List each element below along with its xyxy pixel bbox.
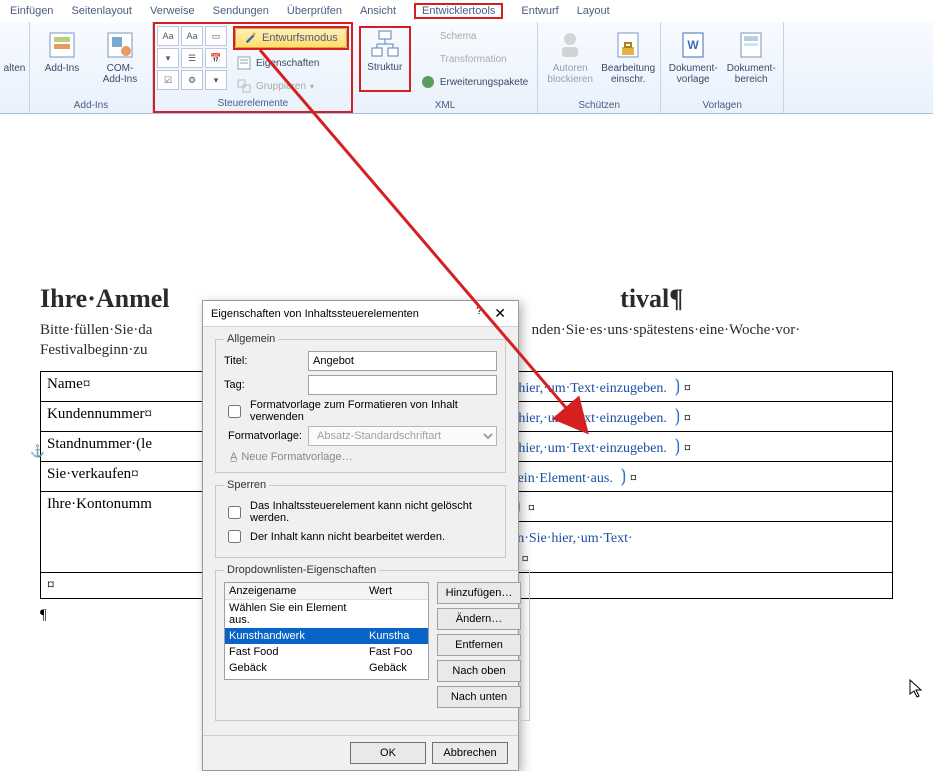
group-xml-label: XML [435, 100, 456, 111]
style-icon: A̲ [230, 451, 237, 463]
ctrl-dropdown-icon[interactable]: ☰ [181, 48, 203, 68]
tab-ueberpruefen[interactable]: Überprüfen [287, 5, 342, 17]
ctrl-date-icon[interactable]: 📅 [205, 48, 227, 68]
tab-sendungen[interactable]: Sendungen [213, 5, 269, 17]
btn-struktur[interactable]: Struktur [359, 26, 411, 92]
btn-nach-oben[interactable]: Nach oben [437, 660, 521, 682]
help-icon[interactable]: ? [476, 305, 482, 322]
ribbon: alten Add-Ins COM- Add-Ins Add-Ins Aa Aa… [0, 22, 933, 114]
btn-addins[interactable]: Add-Ins [36, 26, 88, 92]
btn-nach-unten[interactable]: Nach unten [437, 686, 521, 708]
group-dropdown: Dropdownlisten-Eigenschaften Anzeigename… [215, 564, 530, 721]
ctrl-checkbox-icon[interactable]: ☑ [157, 70, 179, 90]
tab-layout[interactable]: Layout [577, 5, 610, 17]
group-steuer-label: Steuerelemente [218, 98, 289, 109]
label-tag: Tag: [224, 379, 302, 391]
tab-einfuegen[interactable]: Einfügen [10, 5, 53, 17]
group-schuetzen: Autoren blockieren Bearbeitung einschr. … [538, 22, 661, 113]
btn-eigenschaften[interactable]: Eigenschaften [233, 53, 349, 73]
group-addins-label: Add-Ins [74, 100, 108, 111]
anchor-icon: ⚓ [30, 444, 45, 459]
list-item[interactable]: GebäckGebäck [225, 660, 428, 676]
btn-bearbeitung-einschr[interactable]: Bearbeitung einschr. [602, 26, 654, 92]
btn-erweiterungspakete[interactable]: Erweiterungspakete [417, 72, 531, 92]
btn-dokumentbereich[interactable]: Dokument- bereich [725, 26, 777, 92]
checkbox-no-edit[interactable] [228, 530, 241, 543]
tab-entwurf[interactable]: Entwurf [521, 5, 558, 17]
btn-neue-formatvorlage: A̲ Neue Formatvorlage… [224, 450, 359, 464]
group-addins: Add-Ins COM- Add-Ins Add-Ins [30, 22, 153, 113]
btn-entfernen[interactable]: Entfernen [437, 634, 521, 656]
label-formatvorlage: Formatvorlage: [224, 430, 302, 442]
label-titel: Titel: [224, 355, 302, 367]
tab-seitenlayout[interactable]: Seitenlayout [71, 5, 132, 17]
btn-schema[interactable]: Schema [417, 26, 531, 46]
tab-verweise[interactable]: Verweise [150, 5, 195, 17]
ctrl-combo-icon[interactable]: ▾ [157, 48, 179, 68]
group-steuerelemente: Aa Aa ▭ ▾ ☰ 📅 ☑ ⚙ ▾ Entwurfsmodus [153, 22, 353, 113]
ctrl-picture-icon[interactable]: ▭ [205, 26, 227, 46]
group-xml: Struktur Schema Transformation Erweiteru… [353, 22, 538, 113]
group-sperren: Sperren Das Inhaltssteuerelement kann ni… [215, 479, 506, 558]
group-schuetzen-label: Schützen [578, 100, 620, 111]
dropdown-items-list[interactable]: Anzeigename Wert Wählen Sie ein Element … [224, 582, 429, 680]
checkbox-formatvorlage[interactable] [228, 405, 241, 418]
btn-autoren-blockieren[interactable]: Autoren blockieren [544, 26, 596, 92]
close-icon[interactable]: ✕ [490, 305, 510, 322]
btn-hinzufuegen[interactable]: Hinzufügen… [437, 582, 521, 604]
btn-entwurfsmodus[interactable]: Entwurfsmodus [235, 28, 347, 48]
ctrl-legacy-icon[interactable]: ⚙ [181, 70, 203, 90]
ctrl-plaintext-icon[interactable]: Aa [181, 26, 203, 46]
tab-entwicklertools[interactable]: Entwicklertools [414, 3, 503, 19]
list-item[interactable]: WaffenWaffen [225, 676, 428, 680]
group-vorlagen-label: Vorlagen [702, 100, 741, 111]
mouse-cursor-icon [909, 679, 925, 704]
btn-aendern[interactable]: Ändern… [437, 608, 521, 630]
list-item[interactable]: KunsthandwerkKunstha [225, 628, 428, 644]
btn-gruppieren[interactable]: Gruppieren ▾ [233, 76, 349, 96]
list-item[interactable]: Wählen Sie ein Element aus. [225, 600, 428, 628]
btn-com-addins[interactable]: COM- Add-Ins [94, 26, 146, 92]
group-allgemein: Allgemein Titel: Tag: Formatvorlage zum … [215, 333, 506, 473]
select-formatvorlage: Absatz-Standardschriftart [308, 426, 497, 446]
btn-transformation[interactable]: Transformation [417, 49, 531, 69]
input-tag[interactable] [308, 375, 497, 395]
controls-gallery[interactable]: Aa Aa ▭ ▾ ☰ 📅 ☑ ⚙ ▾ [157, 26, 227, 90]
btn-dokumentvorlage[interactable]: W Dokument- vorlage [667, 26, 719, 92]
tab-ansicht[interactable]: Ansicht [360, 5, 396, 17]
checkbox-no-delete[interactable] [228, 506, 241, 519]
ctrl-more-icon[interactable]: ▾ [205, 70, 227, 90]
btn-ok[interactable]: OK [350, 742, 426, 764]
dialog-title: Eigenschaften von Inhaltssteuerelementen [211, 308, 419, 320]
input-titel[interactable] [308, 351, 497, 371]
cc-close-icon: ⟯ [674, 376, 680, 396]
group-vorlagen: W Dokument- vorlage Dokument- bereich Vo… [661, 22, 784, 113]
list-item[interactable]: Fast FoodFast Foo [225, 644, 428, 660]
ribbon-tabs: Einfügen Seitenlayout Verweise Sendungen… [0, 0, 933, 22]
svg-text:W: W [688, 38, 700, 52]
content-control-properties-dialog: Eigenschaften von Inhaltssteuerelementen… [202, 300, 519, 771]
btn-abbrechen[interactable]: Abbrechen [432, 742, 508, 764]
ctrl-richtext-icon[interactable]: Aa [157, 26, 179, 46]
